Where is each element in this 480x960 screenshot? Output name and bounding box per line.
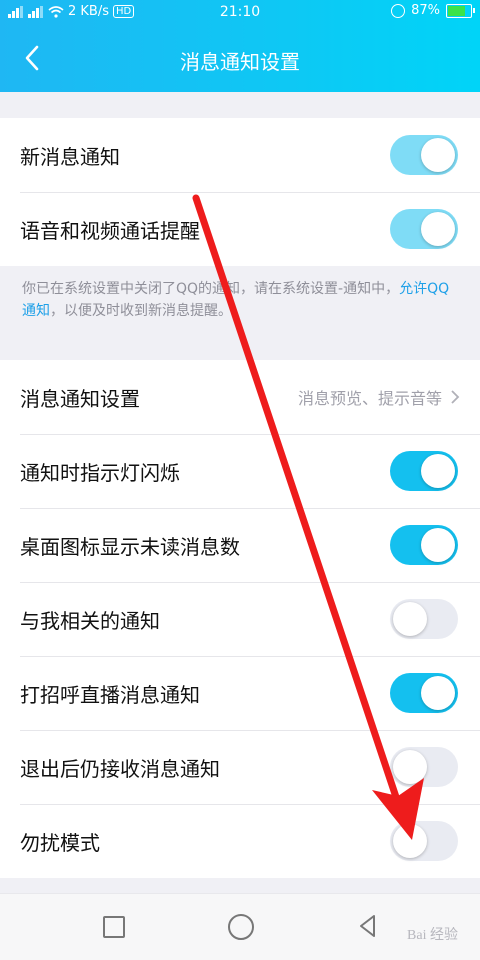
notification-disabled-notice: 你已在系统设置中关闭了QQ的通知，请在系统设置-通知中，允许QQ通知，以便及时收… (0, 268, 480, 356)
indicator-light-toggle[interactable] (390, 451, 458, 491)
row-new-message-notification: 新消息通知 (0, 118, 480, 192)
battery-percent: 87% (411, 3, 440, 18)
row-do-not-disturb: 勿扰模式 (0, 804, 480, 878)
notice-text: 你已在系统设置中关闭了QQ的通知，请在系统设置-通知中， (22, 281, 400, 297)
receive-after-logout-toggle[interactable] (390, 747, 458, 787)
related-notifications-toggle[interactable] (390, 599, 458, 639)
row-related-notifications: 与我相关的通知 (0, 582, 480, 656)
group-notification-options: 消息通知设置 消息预览、提示音等 通知时指示灯闪烁 桌面图标显示未读消息数 与我… (0, 360, 480, 878)
call-reminder-toggle[interactable] (390, 209, 458, 249)
chevron-right-icon (451, 390, 460, 404)
row-unread-badge: 桌面图标显示未读消息数 (0, 508, 480, 582)
alarm-icon (391, 3, 406, 18)
row-receive-after-logout: 退出后仍接收消息通知 (0, 730, 480, 804)
row-value: 消息预览、提示音等 (297, 389, 442, 408)
new-message-toggle[interactable] (390, 135, 458, 175)
row-notification-settings[interactable]: 消息通知设置 消息预览、提示音等 (0, 360, 480, 434)
back-triangle-icon[interactable] (358, 914, 378, 938)
header-bar: 2 KB/s HD 21:10 87% 消息通知设置 (0, 0, 480, 92)
notice-text-tail: ，以便及时收到新消息提醒。 (50, 303, 232, 319)
status-bar: 2 KB/s HD 21:10 87% (0, 0, 480, 24)
group-call-notifications: 新消息通知 语音和视频通话提醒 (0, 118, 480, 266)
page-title: 消息通知设置 (180, 52, 300, 74)
watermark-logo: Bai 经验 (407, 928, 458, 943)
row-indicator-light: 通知时指示灯闪烁 (0, 434, 480, 508)
row-call-reminder: 语音和视频通话提醒 (0, 192, 480, 266)
system-nav-bar: Bai 经验 (0, 893, 480, 960)
battery-icon (446, 3, 475, 18)
unread-badge-toggle[interactable] (390, 525, 458, 565)
home-button[interactable] (228, 914, 254, 940)
greeting-live-toggle[interactable] (390, 673, 458, 713)
recent-apps-button[interactable] (103, 916, 125, 938)
row-greeting-live-notifications: 打招呼直播消息通知 (0, 656, 480, 730)
do-not-disturb-toggle[interactable] (390, 821, 458, 861)
